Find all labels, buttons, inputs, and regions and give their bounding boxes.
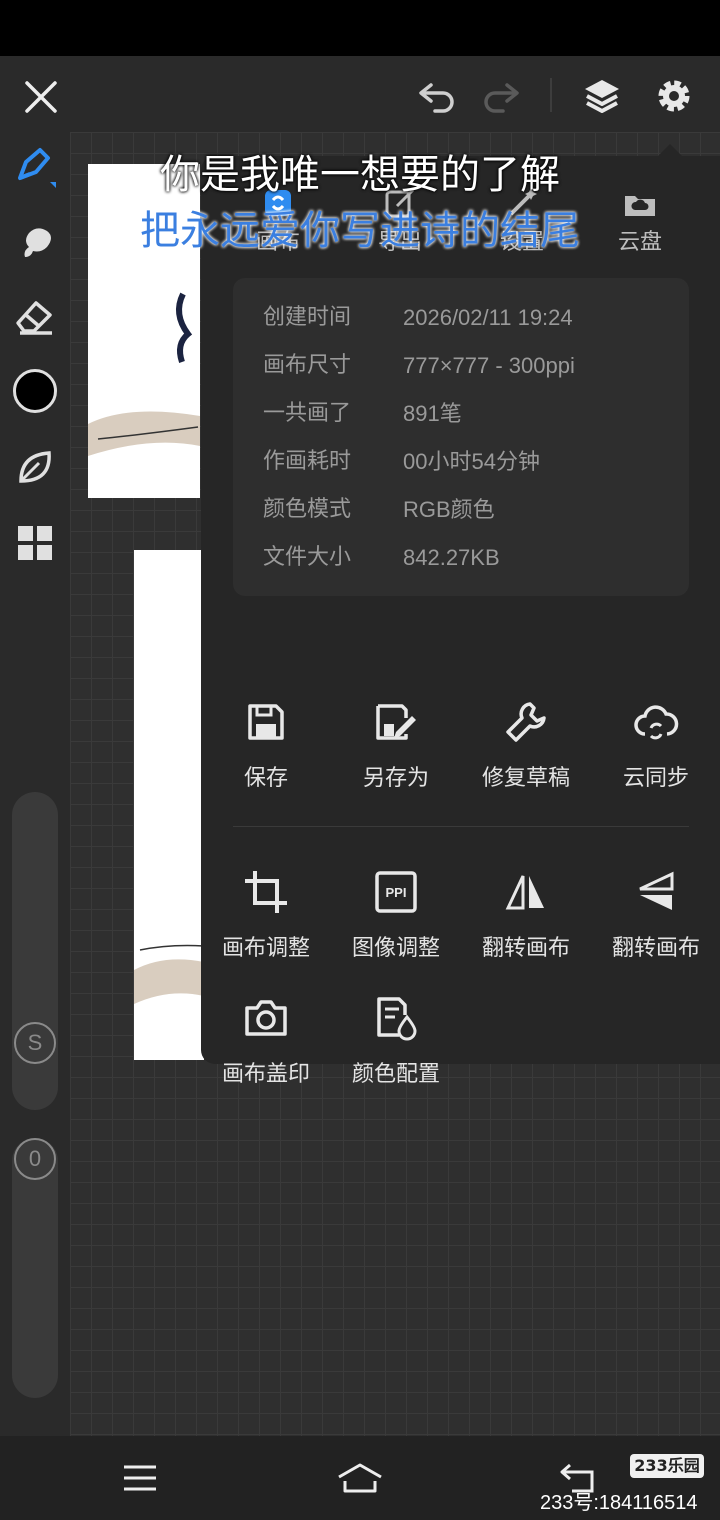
flip-horizontal-icon (505, 875, 544, 910)
home-nav-button[interactable] (330, 1454, 390, 1502)
color-config-button[interactable]: 颜色配置 (331, 990, 461, 1088)
close-icon[interactable] (18, 74, 64, 120)
canvas-settings-panel: 画布 导出 设置 云盘 创建时间 2026/02/11 19:24 画布尺寸 777… (201, 156, 720, 1087)
crop-icon (245, 871, 287, 913)
info-row-file-size: 文件大小 842.27KB (263, 545, 500, 570)
hamburger-icon (124, 1465, 156, 1491)
eraser-tool-icon[interactable] (10, 292, 60, 342)
canvas-adjust-button[interactable]: 画布调整 (201, 864, 331, 962)
redo-icon[interactable] (476, 74, 526, 120)
info-row-duration: 作画耗时 00小时54分钟 (263, 449, 540, 474)
info-row-created: 创建时间 2026/02/11 19:24 (263, 305, 573, 330)
save-icon (248, 704, 284, 740)
repair-draft-button[interactable]: 修复草稿 (461, 694, 591, 792)
layers-icon[interactable] (576, 70, 628, 122)
watermark-id: 233号:184116514 (540, 1492, 698, 1514)
ppi-icon: PPI (375, 871, 417, 913)
lyrics-overlay-line1: 你是我唯一想要的了解 (160, 152, 560, 198)
svg-text:PPI: PPI (386, 885, 407, 900)
color-picker-swatch[interactable] (10, 366, 60, 416)
panel-divider (233, 826, 689, 827)
info-row-size: 画布尺寸 777×777 - 300ppi (263, 353, 575, 378)
canvas-info-card: 创建时间 2026/02/11 19:24 画布尺寸 777×777 - 300pp… (233, 278, 689, 596)
menu-nav-button[interactable] (110, 1454, 170, 1502)
home-icon (338, 1463, 382, 1493)
gear-icon[interactable] (648, 70, 700, 122)
info-row-strokes: 一共画了 891笔 (263, 401, 462, 426)
flip-vertical-button[interactable]: 翻转画布 (591, 864, 720, 962)
left-toolbar: S 0 (0, 132, 70, 1436)
wrench-icon (506, 702, 546, 742)
cloud-sync-button[interactable]: 云同步 (591, 694, 720, 792)
save-as-button[interactable]: 另存为 (331, 694, 461, 792)
image-adjust-button[interactable]: PPI 图像调整 (331, 864, 461, 962)
flip-vertical-icon (639, 871, 674, 910)
info-row-color-mode: 颜色模式 RGB颜色 (263, 497, 495, 522)
camera-icon (245, 1000, 287, 1036)
color-config-icon (377, 997, 417, 1041)
leaf-shape-tool-icon[interactable] (10, 442, 60, 492)
save-as-icon (376, 704, 416, 740)
status-bar (0, 0, 720, 56)
flip-horizontal-button[interactable]: 翻转画布 (461, 864, 591, 962)
undo-icon[interactable] (412, 74, 462, 120)
lyrics-overlay-line2: 把永远爱你写进诗的结尾 (140, 208, 580, 254)
brush-size-knob[interactable]: S (14, 1022, 56, 1064)
canvas-stamp-button[interactable]: 画布盖印 (201, 990, 331, 1088)
grid-menu-icon[interactable] (10, 518, 60, 568)
save-button[interactable]: 保存 (201, 694, 331, 792)
top-toolbar (0, 56, 720, 132)
cloud-sync-icon (634, 705, 679, 740)
opacity-knob[interactable]: 0 (14, 1138, 56, 1180)
toolbar-divider (550, 78, 552, 112)
canvas-artwork-bottom[interactable] (134, 550, 204, 1060)
watermark-badge: 233乐园 (630, 1454, 704, 1478)
drawing-app: S 0 画布 导出 设置 云盘 创建时间 2026/02/11 19:24 画布尺… (0, 56, 720, 1436)
